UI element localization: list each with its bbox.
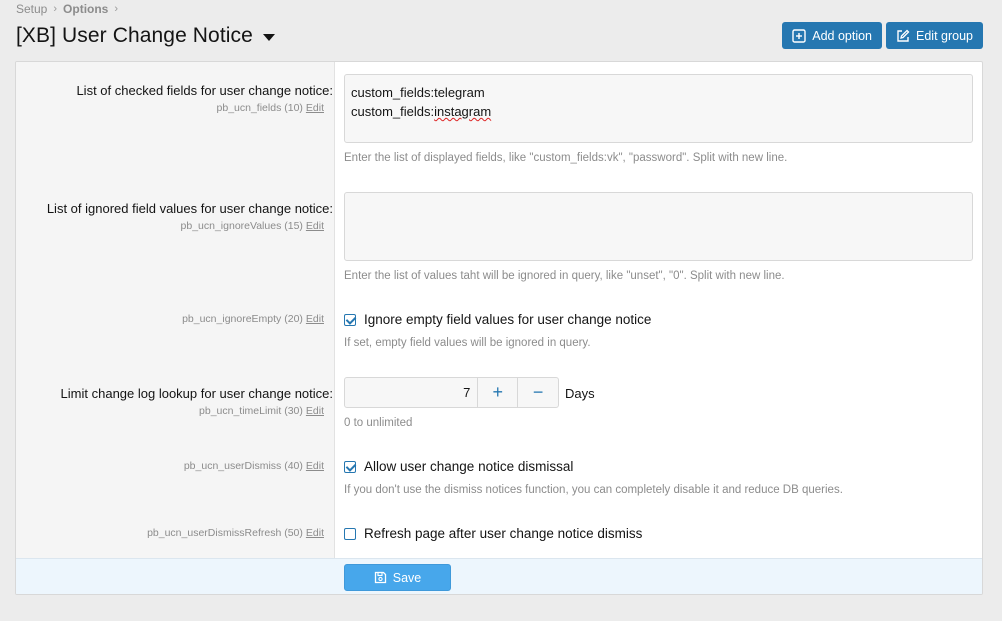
dismiss-refresh-label[interactable]: Refresh page after user change notice di…	[364, 526, 642, 541]
option-hint-fields: Enter the list of displayed fields, like…	[344, 152, 788, 164]
edit-icon	[897, 29, 910, 42]
form-footer: Save	[16, 558, 982, 594]
increment-button[interactable]: +	[478, 378, 519, 407]
time-limit-stepper: 7 + −	[344, 377, 559, 408]
option-label-ignore-values: List of ignored field values for user ch…	[46, 201, 333, 216]
options-form: List of checked fields for user change n…	[15, 61, 983, 595]
option-meta-fields: pb_ucn_fields (10) Edit	[216, 102, 324, 114]
edit-group-button[interactable]: Edit group	[886, 22, 983, 49]
option-meta-dismiss-refresh: pb_ucn_userDismissRefresh (50) Edit	[147, 527, 324, 539]
user-dismiss-label[interactable]: Allow user change notice dismissal	[364, 459, 573, 474]
page-title: [XB] User Change Notice	[16, 24, 253, 47]
ignore-empty-label[interactable]: Ignore empty field values for user chang…	[364, 312, 651, 327]
header-actions: Add option Edit group	[782, 22, 983, 49]
breadcrumb: Setup › Options ›	[16, 2, 118, 16]
edit-link[interactable]: Edit	[306, 405, 324, 417]
checked-fields-textarea[interactable]: custom_fields:telegram custom_fields:ins…	[344, 74, 973, 143]
ignore-empty-option[interactable]: Ignore empty field values for user chang…	[344, 312, 651, 327]
option-meta-ignore-values: pb_ucn_ignoreValues (15) Edit	[180, 220, 324, 232]
ignored-values-textarea[interactable]	[344, 192, 973, 261]
edit-link[interactable]: Edit	[306, 313, 324, 325]
dismiss-refresh-option[interactable]: Refresh page after user change notice di…	[344, 526, 642, 541]
option-hint-ignore-empty: If set, empty field values will be ignor…	[344, 337, 591, 349]
user-dismiss-checkbox[interactable]	[344, 460, 356, 473]
time-limit-input[interactable]: 7	[345, 378, 479, 407]
page-title-row[interactable]: [XB] User Change Notice	[16, 24, 275, 48]
decrement-button[interactable]: −	[518, 378, 558, 407]
option-hint-ignore-values: Enter the list of values taht will be ig…	[344, 270, 785, 282]
option-hint-user-dismiss: If you don't use the dismiss notices fun…	[344, 484, 843, 496]
option-meta-time-limit: pb_ucn_timeLimit (30) Edit	[199, 405, 324, 417]
caret-down-icon[interactable]	[262, 33, 275, 41]
dismiss-refresh-checkbox[interactable]	[344, 527, 356, 540]
edit-group-label: Edit group	[916, 28, 973, 43]
edit-link[interactable]: Edit	[306, 460, 324, 472]
option-label-time-limit: Limit change log lookup for user change …	[60, 386, 333, 401]
option-label-fields: List of checked fields for user change n…	[76, 83, 333, 98]
save-label: Save	[392, 570, 422, 585]
breadcrumb-setup[interactable]: Setup	[16, 2, 47, 16]
option-meta-ignore-empty: pb_ucn_ignoreEmpty (20) Edit	[182, 313, 324, 325]
option-meta-user-dismiss: pb_ucn_userDismiss (40) Edit	[183, 460, 324, 472]
add-option-button[interactable]: Add option	[782, 22, 883, 49]
ignore-empty-checkbox[interactable]	[344, 313, 356, 326]
save-button[interactable]: Save	[344, 564, 451, 591]
time-limit-unit: Days	[565, 386, 595, 401]
edit-link[interactable]: Edit	[306, 220, 324, 232]
user-dismiss-option[interactable]: Allow user change notice dismissal	[344, 459, 573, 474]
chevron-right-icon: ›	[53, 3, 58, 15]
save-icon	[374, 571, 386, 584]
edit-link[interactable]: Edit	[306, 527, 324, 539]
edit-link[interactable]: Edit	[306, 102, 324, 114]
breadcrumb-options[interactable]: Options	[63, 2, 108, 16]
chevron-right-icon: ›	[114, 3, 119, 15]
labels-column	[16, 62, 335, 558]
option-hint-time-limit: 0 to unlimited	[344, 417, 413, 429]
add-option-label: Add option	[812, 28, 873, 43]
plus-square-icon	[792, 28, 806, 43]
